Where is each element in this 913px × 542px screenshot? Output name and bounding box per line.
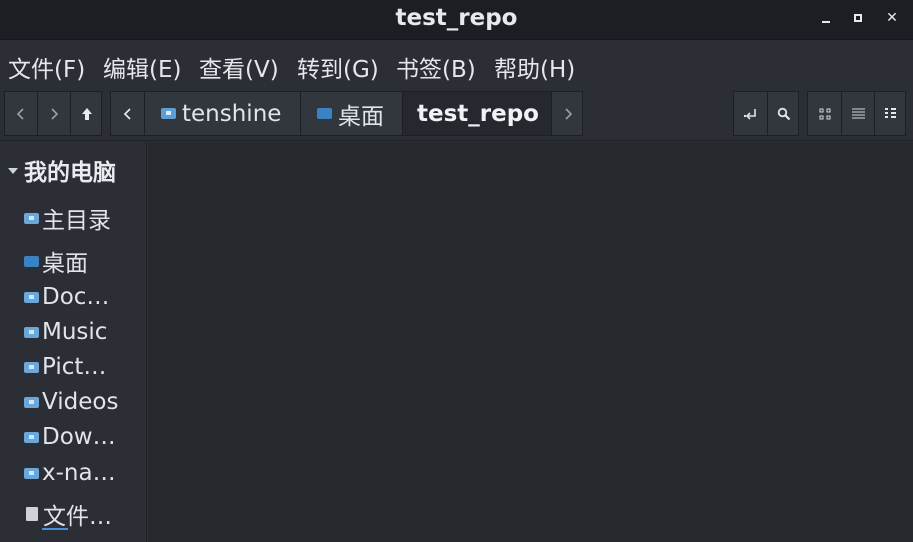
pictures-folder-icon (24, 361, 39, 373)
sidebar-item-filesystem[interactable]: 文件… (24, 497, 142, 531)
home-folder-icon (161, 108, 176, 119)
sidebar-item-downloads[interactable]: Dow… (24, 424, 142, 450)
sidebar-item-label: 主目录 (42, 208, 111, 234)
menu-view[interactable]: 查看(V) (199, 50, 279, 84)
chevron-right-icon (564, 107, 572, 120)
breadcrumb-scroll-left-button[interactable] (111, 92, 144, 135)
sidebar-item-videos[interactable]: Videos (24, 389, 142, 415)
network-folder-icon (24, 467, 39, 479)
sidebar-item-label: x-na… (42, 460, 116, 486)
chevron-right-icon (51, 107, 59, 120)
menu-go[interactable]: 转到(G) (297, 50, 379, 84)
location-entry-icon (743, 108, 756, 120)
documents-folder-icon (24, 291, 39, 303)
breadcrumb: tenshine 桌面 test_repo (110, 91, 583, 136)
sidebar-item-label: Pict… (42, 354, 107, 380)
desktop-folder-icon (24, 255, 39, 267)
sidebar-section-title: 我的电脑 (24, 160, 116, 186)
close-icon: ✕ (886, 10, 898, 26)
breadcrumb-item-current[interactable]: test_repo (403, 92, 551, 135)
home-folder-icon (24, 212, 39, 224)
breadcrumb-label: test_repo (417, 100, 539, 127)
sidebar-item-documents[interactable]: Doc… (24, 284, 142, 310)
breadcrumb-item-desktop[interactable]: 桌面 (301, 92, 402, 135)
sidebar-item-desktop[interactable]: 桌面 (24, 244, 142, 278)
expand-triangle-icon (8, 167, 18, 174)
menu-bookmarks[interactable]: 书签(B) (396, 50, 476, 84)
sidebar-item-label: Videos (42, 389, 119, 415)
sidebar-item-label: Music (42, 319, 108, 345)
videos-folder-icon (24, 396, 39, 408)
view-mode-group (807, 91, 906, 136)
minimize-button[interactable] (816, 8, 836, 28)
list-view-icon (851, 108, 865, 119)
filesystem-drive-icon (26, 507, 38, 521)
window-title: test_repo (395, 5, 518, 31)
list-view-button[interactable] (842, 92, 874, 135)
menu-file[interactable]: 文件(F) (8, 50, 85, 84)
arrow-up-icon (81, 107, 92, 120)
icon-view-button[interactable] (808, 92, 841, 135)
title-bar: test_repo ✕ (0, 0, 913, 40)
sidebar-item-label: Doc… (42, 284, 110, 310)
nav-button-group (4, 91, 102, 136)
chevron-left-icon (16, 107, 24, 120)
sidebar-item-label: 文件… (43, 504, 112, 530)
sidebar-section-my-computer[interactable]: 我的电脑 (8, 153, 116, 187)
maximize-icon (854, 14, 862, 22)
sidebar-item-music[interactable]: Music (24, 319, 142, 345)
compact-view-icon (884, 108, 896, 118)
search-icon (777, 107, 790, 120)
chevron-left-icon (123, 107, 131, 120)
breadcrumb-label: tenshine (182, 100, 282, 127)
sidebar-item-label: 桌面 (42, 251, 88, 277)
sidebar: 我的电脑 主目录 桌面 Doc… Music Pict… Videos Dow…… (0, 142, 147, 542)
downloads-folder-icon (24, 431, 39, 443)
menu-bar: 文件(F) 编辑(E) 查看(V) 转到(G) 书签(B) 帮助(H) (0, 41, 913, 87)
sidebar-item-home[interactable]: 主目录 (24, 201, 142, 235)
grid-view-icon (819, 108, 830, 119)
file-view-area[interactable] (148, 142, 913, 542)
menu-edit[interactable]: 编辑(E) (103, 50, 181, 84)
minimize-icon (822, 21, 830, 23)
back-button[interactable] (5, 92, 37, 135)
desktop-folder-icon (317, 108, 332, 119)
breadcrumb-scroll-right-button[interactable] (552, 92, 583, 135)
disk-usage-bar (42, 528, 68, 530)
forward-button[interactable] (38, 92, 70, 135)
toolbar: tenshine 桌面 test_repo (0, 87, 913, 141)
location-search-group (733, 91, 799, 136)
close-button[interactable]: ✕ (882, 8, 902, 28)
toggle-location-button[interactable] (734, 92, 767, 135)
menu-help[interactable]: 帮助(H) (494, 50, 575, 84)
search-button[interactable] (768, 92, 799, 135)
sidebar-item-network[interactable]: x-na… (24, 460, 142, 486)
sidebar-item-pictures[interactable]: Pict… (24, 354, 142, 380)
breadcrumb-item-tenshine[interactable]: tenshine (145, 92, 300, 135)
breadcrumb-label: 桌面 (338, 103, 384, 130)
sidebar-item-label: Dow… (42, 424, 116, 450)
compact-view-button[interactable] (875, 92, 906, 135)
music-folder-icon (24, 326, 39, 338)
maximize-button[interactable] (849, 8, 869, 28)
up-button[interactable] (71, 92, 102, 135)
